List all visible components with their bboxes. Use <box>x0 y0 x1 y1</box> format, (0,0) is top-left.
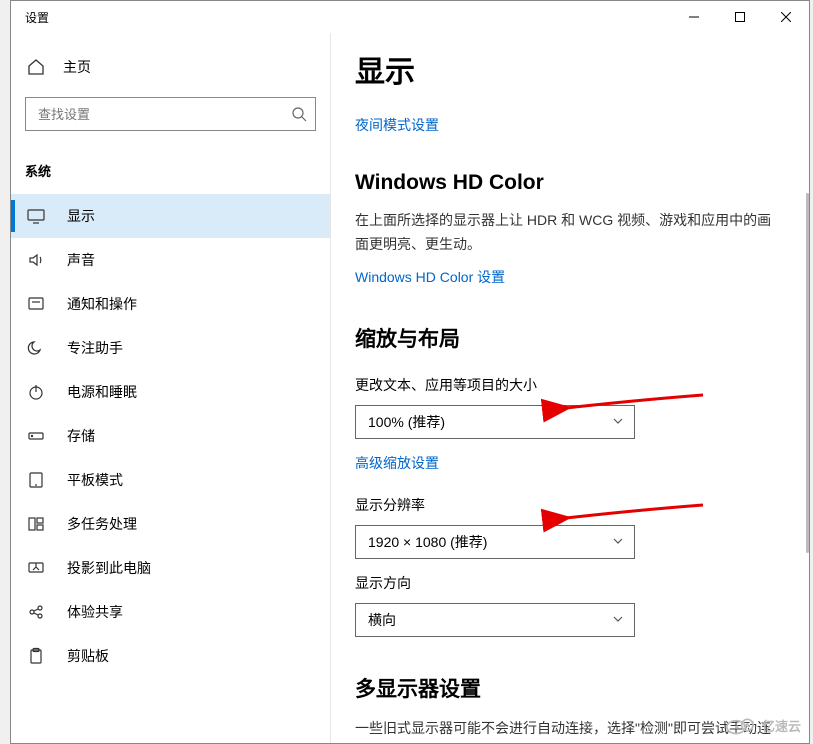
clipboard-icon <box>27 647 45 665</box>
search-input[interactable] <box>25 97 316 131</box>
share-icon <box>27 603 45 621</box>
section-label: 系统 <box>11 153 330 194</box>
resolution-dropdown[interactable]: 1920 × 1080 (推荐) <box>355 525 635 559</box>
multi-heading: 多显示器设置 <box>355 673 775 703</box>
sidebar-item-clipboard[interactable]: 剪贴板 <box>11 634 330 678</box>
watermark: 亿速云 <box>724 714 801 736</box>
sidebar-item-label: 声音 <box>67 250 95 270</box>
hdcolor-desc: 在上面所选择的显示器上让 HDR 和 WCG 视频、游戏和应用中的画面更明亮、更… <box>355 209 775 257</box>
moon-icon <box>27 339 45 357</box>
sidebar-item-share[interactable]: 体验共享 <box>11 590 330 634</box>
hdcolor-heading: Windows HD Color <box>355 171 775 195</box>
tablet-icon <box>27 471 45 489</box>
search-field[interactable] <box>38 107 291 122</box>
close-button[interactable] <box>763 1 809 33</box>
scale-dropdown[interactable]: 100% (推荐) <box>355 405 635 439</box>
home-button[interactable]: 主页 <box>11 47 330 87</box>
scale-heading: 缩放与布局 <box>355 323 775 353</box>
sidebar-item-monitor[interactable]: 显示 <box>11 194 330 238</box>
power-icon <box>27 383 45 401</box>
sidebar-item-multitask[interactable]: 多任务处理 <box>11 502 330 546</box>
sidebar-item-label: 剪贴板 <box>67 646 109 666</box>
resolution-label: 显示分辨率 <box>355 495 775 515</box>
chevron-down-icon <box>612 612 624 628</box>
home-label: 主页 <box>63 57 91 77</box>
multi-desc: 一些旧式显示器可能不会进行自动连接，选择"检测"即可尝试手动连接。 <box>355 717 775 743</box>
sidebar-item-label: 通知和操作 <box>67 294 137 314</box>
sidebar-item-label: 存储 <box>67 426 95 446</box>
sidebar-item-project[interactable]: 投影到此电脑 <box>11 546 330 590</box>
advanced-scale-link[interactable]: 高级缩放设置 <box>355 453 775 473</box>
sidebar-item-moon[interactable]: 专注助手 <box>11 326 330 370</box>
nav-list: 显示声音通知和操作专注助手电源和睡眠存储平板模式多任务处理投影到此电脑体验共享剪… <box>11 194 330 678</box>
maximize-button[interactable] <box>717 1 763 33</box>
orientation-value: 横向 <box>368 610 396 630</box>
sidebar-item-notify[interactable]: 通知和操作 <box>11 282 330 326</box>
resolution-value: 1920 × 1080 (推荐) <box>368 532 487 552</box>
chevron-down-icon <box>612 414 624 430</box>
search-icon <box>291 106 307 122</box>
content-pane: 显示 夜间模式设置 Windows HD Color 在上面所选择的显示器上让 … <box>331 33 809 743</box>
sidebar-item-label: 多任务处理 <box>67 514 137 534</box>
watermark-text: 亿速云 <box>762 716 801 735</box>
page-title: 显示 <box>355 47 775 91</box>
notify-icon <box>27 295 45 313</box>
sidebar-item-label: 专注助手 <box>67 338 123 358</box>
settings-window: 设置 主页 <box>10 0 810 744</box>
scale-label: 更改文本、应用等项目的大小 <box>355 375 775 395</box>
monitor-icon <box>27 207 45 225</box>
project-icon <box>27 559 45 577</box>
home-icon <box>27 58 45 76</box>
sidebar-item-label: 平板模式 <box>67 470 123 490</box>
orientation-dropdown[interactable]: 横向 <box>355 603 635 637</box>
sound-icon <box>27 251 45 269</box>
sidebar-item-label: 体验共享 <box>67 602 123 622</box>
sidebar-item-tablet[interactable]: 平板模式 <box>11 458 330 502</box>
sidebar-item-sound[interactable]: 声音 <box>11 238 330 282</box>
sidebar-item-label: 电源和睡眠 <box>67 382 137 402</box>
storage-icon <box>27 427 45 445</box>
scrollbar[interactable] <box>806 193 809 553</box>
titlebar: 设置 <box>11 1 809 33</box>
sidebar-item-label: 显示 <box>67 206 95 226</box>
chevron-down-icon <box>612 534 624 550</box>
hdcolor-link[interactable]: Windows HD Color 设置 <box>355 267 775 287</box>
minimize-button[interactable] <box>671 1 717 33</box>
sidebar-item-label: 投影到此电脑 <box>67 558 151 578</box>
window-title: 设置 <box>25 9 49 26</box>
scale-value: 100% (推荐) <box>368 412 445 432</box>
sidebar-item-power[interactable]: 电源和睡眠 <box>11 370 330 414</box>
orientation-label: 显示方向 <box>355 573 775 593</box>
sidebar: 主页 系统 显示声音通知和操作专注助手电源和睡眠存储平板模式多任务处理投影到此电… <box>11 33 331 743</box>
multitask-icon <box>27 515 45 533</box>
night-mode-link[interactable]: 夜间模式设置 <box>355 115 775 135</box>
sidebar-item-storage[interactable]: 存储 <box>11 414 330 458</box>
window-controls <box>671 1 809 33</box>
